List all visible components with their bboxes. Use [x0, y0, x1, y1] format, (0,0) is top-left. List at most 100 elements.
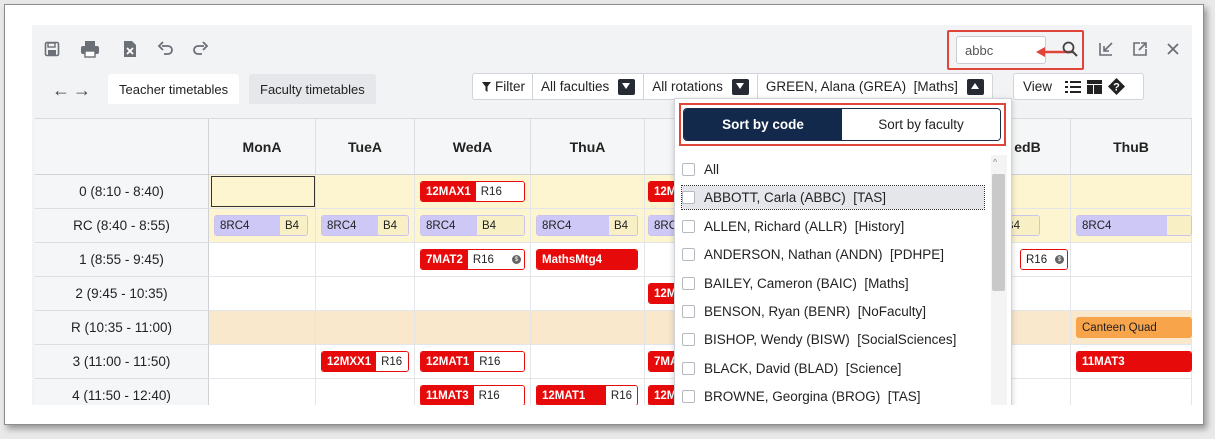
lesson-code: 12MXX1 [322, 352, 377, 371]
rotations-label: All rotations [652, 79, 723, 94]
teacher-list: All ABBOTT, Carla (ABBC) [TAS] ALLEN, Ri… [675, 155, 987, 405]
list-item[interactable]: BISHOP, Wendy (BISW) [SocialSciences] [682, 328, 984, 351]
list-item-label: ABBOTT, Carla (ABBC) [TAS] [704, 190, 887, 205]
lesson-room-with-badge: R16 $ [467, 250, 524, 269]
list-item[interactable]: ABBOTT, Carla (ABBC) [TAS] [681, 185, 985, 210]
lesson-room: B4 [609, 216, 637, 235]
lesson-code: 8RC4 [1077, 216, 1167, 235]
download-icon[interactable] [1094, 37, 1118, 61]
lesson-code: 8RC4 [421, 216, 477, 235]
dollar-badge-icon: $ [512, 255, 521, 264]
screenshot-frame: ← → Teacher timetables Faculty timetable… [4, 4, 1204, 425]
lesson-code: 7MAT2 [421, 250, 468, 269]
filter-button[interactable]: Filter [473, 74, 532, 99]
checkbox[interactable] [682, 191, 695, 204]
scrollbar-thumb[interactable] [992, 174, 1005, 291]
row-header: 0 (8:10 - 8:40) [35, 175, 209, 209]
lesson-chip[interactable]: 12MAT1 R16 [420, 351, 525, 372]
lesson-room-with-badge: R16 $ [1021, 250, 1067, 269]
list-item-label: All [704, 162, 720, 177]
lesson-code: 11MAT3 [1077, 352, 1191, 371]
save-icon[interactable] [40, 37, 64, 61]
list-item[interactable]: All [682, 158, 984, 181]
checkbox[interactable] [682, 163, 695, 176]
faculties-dropdown[interactable]: All faculties [532, 74, 643, 99]
popout-icon[interactable] [1128, 37, 1152, 61]
tab-teacher-timetables[interactable]: Teacher timetables [108, 74, 240, 104]
row-header: RC (8:40 - 8:55) [35, 209, 209, 243]
close-icon[interactable] [1161, 37, 1185, 61]
help-icon[interactable]: ? [1108, 74, 1126, 99]
lesson-room: R16 [605, 386, 637, 405]
view-controls: View ? [1013, 73, 1144, 100]
lesson-chip[interactable]: 11MAT3 [1076, 351, 1192, 372]
checkbox[interactable] [682, 333, 695, 346]
dollar-badge-icon: $ [1055, 255, 1064, 264]
checkbox[interactable] [682, 305, 695, 318]
faculties-label: All faculties [541, 79, 610, 94]
rotations-dropdown[interactable]: All rotations [643, 74, 757, 99]
grid-corner [35, 119, 209, 175]
column-separator [531, 175, 645, 405]
list-item[interactable]: BENSON, Ryan (BENR) [NoFaculty] [682, 300, 984, 323]
teacher-dropdown-menu: Sort by code Sort by faculty All ABBOTT,… [674, 98, 1012, 405]
column-header-thub: ThuB [1071, 119, 1192, 175]
lesson-chip[interactable]: 8RC4 B4 [214, 215, 308, 236]
tab-faculty-timetables[interactable]: Faculty timetables [249, 74, 376, 104]
lesson-chip[interactable]: 8RC4 B4 [536, 215, 638, 236]
row-header: 4 (11:50 - 12:40) [35, 379, 209, 405]
lesson-room: B4 [378, 216, 408, 235]
forward-arrow-icon[interactable]: → [73, 80, 91, 101]
checkbox[interactable] [682, 390, 695, 403]
chevron-down-icon[interactable] [618, 78, 636, 95]
row-header: R (10:35 - 11:00) [35, 311, 209, 345]
sort-by-code-button[interactable]: Sort by code [684, 109, 842, 140]
lesson-chip[interactable]: 8RC4 B4 [420, 215, 525, 236]
list-item-label: ALLEN, Richard (ALLR) [History] [704, 219, 905, 234]
column-header-mona: MonA [209, 119, 316, 175]
list-item[interactable]: BLACK, David (BLAD) [Science] [682, 357, 984, 380]
print-icon[interactable] [78, 37, 102, 61]
back-arrow-icon[interactable]: ← [52, 80, 70, 101]
list-item[interactable]: BROWNE, Georgina (BROG) [TAS] [682, 385, 984, 405]
checkbox[interactable] [682, 362, 695, 375]
redo-icon[interactable] [188, 37, 212, 61]
sort-by-faculty-button[interactable]: Sort by faculty [842, 109, 1000, 140]
list-item[interactable]: ALLEN, Richard (ALLR) [History] [682, 215, 984, 238]
lesson-code: 12MAT1 [537, 386, 606, 405]
export-excel-icon[interactable] [118, 37, 142, 61]
checkbox[interactable] [682, 248, 695, 261]
chevron-down-icon[interactable] [731, 78, 749, 95]
lesson-chip[interactable]: R16 $ [1020, 249, 1068, 270]
view-label: View [1023, 79, 1053, 94]
lesson-chip[interactable]: 12MXX1 R16 [321, 351, 409, 372]
teacher-dropdown[interactable]: GREEN, Alana (GREA) [Maths] [756, 74, 992, 99]
list-item-label: ANDERSON, Nathan (ANDN) [PDHPE] [704, 247, 945, 262]
lesson-code: 11MAT3 [421, 386, 474, 405]
checkbox[interactable] [682, 277, 695, 290]
lesson-chip[interactable]: 8RC4 B4 [321, 215, 409, 236]
lesson-chip[interactable]: 12MAX1 R16 [420, 181, 525, 202]
list-item[interactable]: BAILEY, Cameron (BAIC) [Maths] [682, 272, 984, 295]
lesson-chip[interactable]: MathsMtg4 [536, 249, 638, 270]
search-icon[interactable] [1058, 37, 1082, 61]
lesson-chip[interactable]: 8RC4 [1076, 215, 1192, 236]
list-icon[interactable] [1065, 74, 1082, 99]
duty-chip[interactable]: Canteen Quad [1076, 317, 1192, 338]
row-header: 3 (11:00 - 11:50) [35, 345, 209, 379]
row-header: 2 (9:45 - 10:35) [35, 277, 209, 311]
selected-cell[interactable] [211, 176, 315, 207]
lesson-chip[interactable]: 11MAT3 R16 [420, 385, 525, 405]
view-button[interactable]: View [1014, 74, 1059, 99]
layout-icon[interactable] [1087, 74, 1103, 99]
undo-icon[interactable] [154, 37, 178, 61]
chevron-up-icon[interactable] [966, 78, 984, 95]
column-header-tuea: TueA [316, 119, 415, 175]
teacher-label: GREEN, Alana (GREA) [Maths] [765, 79, 958, 94]
scroll-up-icon[interactable]: ^ [993, 157, 997, 167]
checkbox[interactable] [682, 220, 695, 233]
lesson-room: R16 [474, 352, 524, 371]
lesson-chip[interactable]: 12MAT1 R16 [536, 385, 638, 405]
lesson-chip[interactable]: 7MAT2 R16 $ [420, 249, 525, 270]
list-item[interactable]: ANDERSON, Nathan (ANDN) [PDHPE] [682, 243, 984, 266]
